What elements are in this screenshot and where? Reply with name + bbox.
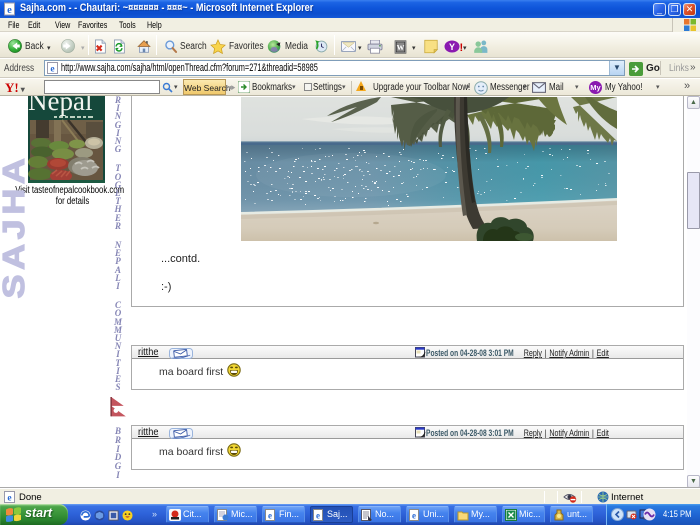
svg-text:e: e bbox=[316, 511, 320, 521]
svg-text:e: e bbox=[268, 511, 272, 521]
svg-text:e: e bbox=[50, 65, 54, 75]
svg-text:e: e bbox=[412, 511, 416, 521]
svg-text:e: e bbox=[7, 494, 11, 504]
svg-text:Y: Y bbox=[449, 42, 455, 52]
svg-text:Nepal: Nepal bbox=[28, 96, 92, 116]
svg-text:e: e bbox=[7, 5, 12, 16]
svg-text:W: W bbox=[397, 43, 405, 52]
